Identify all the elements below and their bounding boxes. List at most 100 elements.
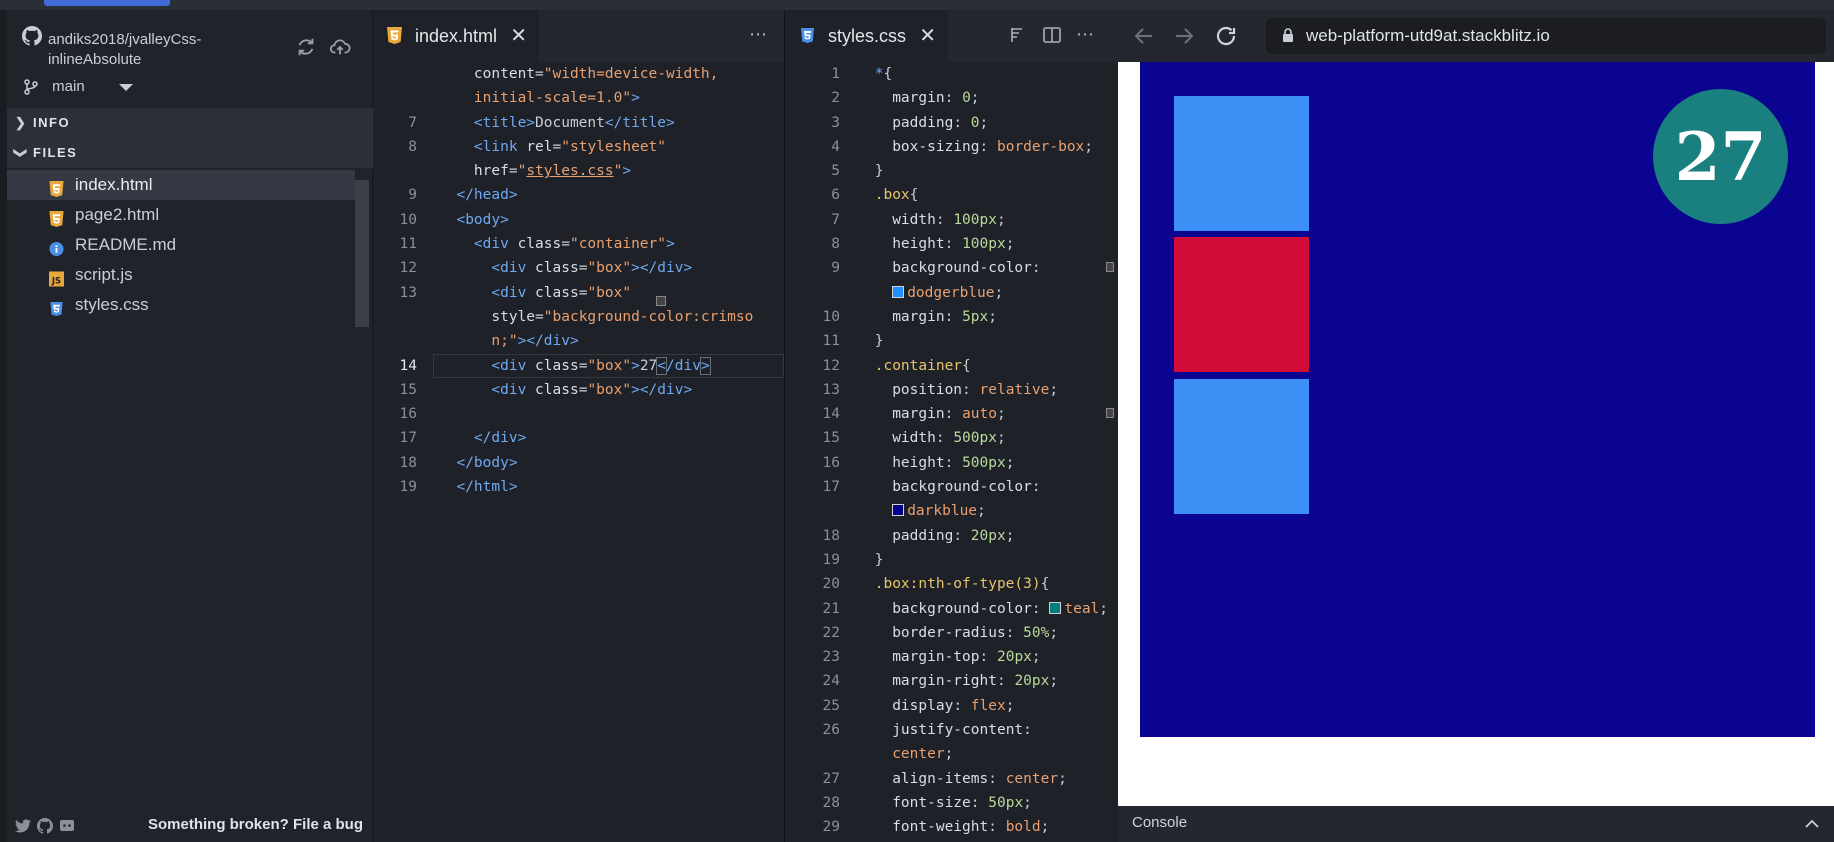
svg-text:JS: JS [51, 276, 61, 286]
file-bug-link[interactable]: Something broken? File a bug [148, 816, 363, 833]
code-text: .box:nth-of-type(3){ [874, 576, 1050, 593]
tab-index-html[interactable]: index.html ✕ [373, 10, 540, 62]
active-tab-hint [44, 0, 170, 6]
sync-icon[interactable] [295, 36, 317, 58]
arrow-right-icon[interactable] [1172, 24, 1196, 48]
more-options-icon[interactable]: ⋯ [1076, 24, 1095, 45]
line-number: 1 [831, 66, 840, 82]
code-text: box-sizing: border-box; [892, 138, 1094, 155]
line-number: 10 [399, 211, 417, 228]
code-line: 22 border-radius: 50%; [786, 621, 1118, 645]
sidebar-footer: Something broken? File a bug [7, 810, 373, 842]
code-line: 8 height: 100px; [786, 232, 1118, 256]
code-text: .container{ [874, 357, 971, 374]
git-branch-icon [24, 79, 38, 95]
tab-label: styles.css [828, 26, 907, 46]
demo-circle-27: 27 [1653, 89, 1788, 224]
editor-pane-html: index.html ✕ ⋯ content="width=device-wid… [373, 10, 785, 842]
line-number: 21 [822, 600, 840, 617]
css-code-area[interactable]: 1 *{2 margin: 0; 3 padding: 0; 4 box-sizin… [786, 62, 1118, 840]
code-text: initial-scale=1.0"> [473, 90, 640, 107]
discord-icon[interactable] [59, 818, 75, 834]
code-text: margin: auto; [892, 406, 1006, 423]
line-number: 15 [822, 430, 840, 447]
file-tree-scrollbar[interactable] [355, 180, 369, 327]
repo-actions [295, 36, 351, 62]
github-icon [22, 26, 42, 46]
code-line: 4 box-sizing: border-box; [786, 135, 1118, 159]
line-number: 14 [399, 357, 417, 374]
code-text: height: 500px; [892, 454, 1015, 471]
code-line: 8 <link rel="stylesheet" [373, 135, 784, 159]
code-text: margin: 5px; [892, 308, 997, 325]
github-icon[interactable] [37, 818, 53, 834]
code-text: display: flex; [892, 697, 1015, 714]
tab-styles-css[interactable]: styles.css ✕ [786, 10, 949, 62]
twitter-icon[interactable] [15, 818, 31, 834]
console-panel[interactable]: Console [1118, 806, 1834, 842]
minimap-marker [656, 296, 666, 306]
code-line: 16 height: 500px; [786, 451, 1118, 475]
code-line: initial-scale=1.0"> [373, 86, 784, 110]
code-line: 9 background-color: [786, 256, 1118, 280]
code-text: <div class="box" [491, 284, 632, 301]
code-text: width: 500px; [892, 430, 1006, 447]
chevron-up-icon[interactable] [1804, 816, 1820, 832]
editor-tabbar: index.html ✕ ⋯ [373, 10, 784, 62]
demo-container: 27 [1140, 62, 1815, 737]
file-item[interactable]: JS script.js [7, 260, 355, 290]
code-line: 20 .box:nth-of-type(3){ [786, 572, 1118, 596]
demo-box-crimson [1174, 237, 1309, 372]
branch-name: main [52, 78, 85, 95]
close-icon[interactable]: ✕ [919, 10, 936, 62]
line-number: 19 [822, 551, 840, 568]
code-line: 17 </div> [373, 426, 784, 450]
file-item[interactable]: page2.html [7, 200, 355, 230]
code-text: n;"></div> [491, 333, 579, 350]
reload-icon[interactable] [1214, 24, 1238, 48]
code-text: <div class="box"></div> [491, 381, 693, 398]
line-number: 20 [822, 576, 840, 593]
code-text: href="styles.css"> [473, 163, 632, 180]
line-number: 15 [399, 381, 417, 398]
code-text: width: 100px; [892, 211, 1006, 228]
file-item[interactable]: styles.css [7, 290, 355, 320]
top-strip [0, 0, 1834, 10]
info-icon [49, 237, 64, 257]
line-number: 17 [822, 479, 840, 496]
section-files[interactable]: ❯ FILES [7, 138, 373, 168]
branch-selector[interactable]: main [24, 78, 133, 95]
code-text: center; [892, 746, 954, 763]
preview-viewport: 27 [1118, 62, 1834, 797]
line-number: 3 [831, 114, 840, 131]
code-line: 7 width: 100px; [786, 208, 1118, 232]
close-icon[interactable]: ✕ [510, 10, 527, 62]
code-text: padding: 20px; [892, 527, 1015, 544]
arrow-left-icon[interactable] [1132, 24, 1156, 48]
chevron-down-icon[interactable] [118, 83, 133, 91]
tab-label: index.html [415, 26, 498, 46]
repo-name[interactable]: andiks2018/jvalleyCss-inlineAbsolute [48, 30, 268, 70]
more-options-icon[interactable]: ⋯ [749, 24, 768, 45]
line-number: 9 [408, 187, 417, 204]
code-line: 6 .box{ [786, 183, 1118, 207]
section-info-label: INFO [33, 115, 71, 130]
cloud-upload-icon[interactable] [329, 36, 351, 58]
code-line: 17 background-color: [786, 475, 1118, 499]
code-text: } [866, 163, 884, 180]
file-item[interactable]: index.html [7, 170, 355, 200]
section-info[interactable]: ❯ INFO [7, 108, 373, 138]
code-line: 15 <div class="box"></div> [373, 378, 784, 402]
code-line: 19 </html> [373, 475, 784, 499]
address-bar[interactable]: web-platform-utd9at.stackblitz.io [1266, 18, 1826, 54]
format-icon[interactable] [1008, 25, 1028, 45]
line-number: 19 [399, 479, 417, 496]
split-editor-icon[interactable] [1042, 25, 1062, 45]
code-line: 1 *{ [786, 62, 1118, 86]
code-text: <title>Document</title> [473, 114, 675, 131]
demo-box-blue [1174, 96, 1309, 231]
code-text: padding: 0; [892, 114, 989, 131]
html-code-area[interactable]: content="width=device-width, initial-sca… [373, 62, 784, 499]
line-number: 5 [831, 163, 840, 180]
file-item[interactable]: README.md [7, 230, 355, 260]
